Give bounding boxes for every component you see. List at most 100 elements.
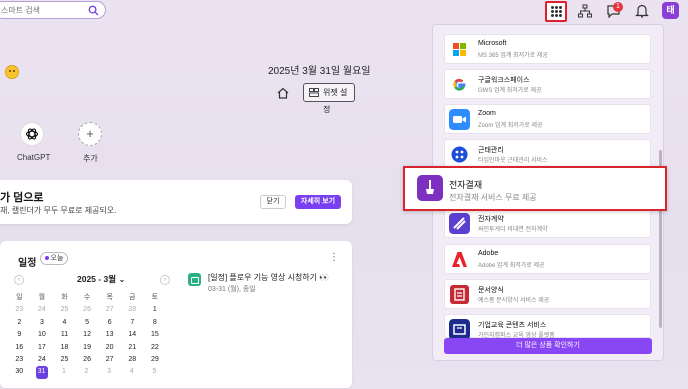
top-bar: 1 태: [0, 0, 688, 22]
calendar-day[interactable]: 29: [144, 354, 167, 366]
calendar-day[interactable]: 26: [76, 354, 99, 366]
adobe-logo-icon: [452, 252, 467, 267]
calendar-day[interactable]: 3: [98, 366, 121, 378]
today-button[interactable]: 오늘: [40, 252, 68, 265]
calendar-day[interactable]: 8: [144, 317, 167, 329]
calendar-day[interactable]: 23: [8, 354, 31, 366]
calendar-day[interactable]: 14: [121, 329, 144, 341]
calendar-day[interactable]: 15: [144, 329, 167, 341]
event-time: 03-31 (월), 종일: [208, 286, 256, 293]
calendar-day[interactable]: 27: [98, 354, 121, 366]
widget-settings-label: 위젯 설정: [323, 88, 348, 114]
search-icon[interactable]: [88, 5, 99, 16]
calendar-day[interactable]: 7: [121, 317, 144, 329]
smile-emoji-icon: [5, 65, 19, 79]
search-box[interactable]: [0, 1, 106, 19]
calendar-day[interactable]: 13: [98, 329, 121, 341]
service-item-google-workspace[interactable]: 구글워크스페이스 GWS 업계 최저가로 제공: [444, 69, 651, 99]
home-icon[interactable]: [277, 87, 289, 99]
calendar-week-row: 30 31 1 2 3 4 5: [8, 366, 168, 379]
apps-grid-button[interactable]: [545, 1, 567, 22]
calendar-day[interactable]: 27: [98, 304, 121, 316]
service-desc: 싸인투게더 비대면 전자계약: [478, 227, 548, 233]
calendar-day[interactable]: 1: [144, 304, 167, 316]
calendar-day[interactable]: 4: [53, 317, 76, 329]
calendar-day[interactable]: 2: [75, 366, 98, 378]
prev-month-button[interactable]: ‹: [14, 275, 24, 285]
month-selector[interactable]: 2025 - 3월 ⌄: [77, 273, 126, 285]
service-name: 근태관리: [478, 147, 504, 154]
calendar-day[interactable]: 31: [35, 366, 48, 379]
weekday-label: 수: [83, 294, 91, 301]
calendar-grid: 일 월 화 수 목 금 토 23 24 25 26 27 28 1 2 3 4 5 6 7 8 9 10 11 1…: [8, 292, 168, 379]
calendar-day[interactable]: 26: [76, 304, 99, 316]
date-heading: 2025년 3월 31일 월요일: [268, 66, 371, 77]
calendar-day[interactable]: 5: [143, 366, 166, 378]
event-title[interactable]: [일정] 플로우 기능 영상 시청하기 👀: [208, 272, 329, 283]
calendar-day[interactable]: 18: [53, 342, 76, 354]
more-options-icon[interactable]: ⋮: [329, 252, 339, 263]
calendar-day[interactable]: 4: [120, 366, 143, 378]
service-name: 기업교육 콘텐츠 서비스: [478, 322, 547, 329]
calendar-day[interactable]: 25: [53, 354, 76, 366]
service-item-adobe[interactable]: Adobe Adobe 업계 최저가로 제공: [444, 244, 651, 274]
calendar-day[interactable]: 28: [121, 304, 144, 316]
calendar-day[interactable]: 17: [31, 342, 54, 354]
avatar[interactable]: 태: [662, 2, 679, 19]
service-item-zoom[interactable]: Zoom Zoom 업계 최저가로 제공: [444, 104, 651, 134]
calendar-day[interactable]: 12: [76, 329, 99, 341]
message-count-badge: 1: [613, 2, 623, 12]
calendar-day[interactable]: 24: [31, 304, 54, 316]
calendar-event-icon: [188, 273, 201, 286]
calendar-day[interactable]: 10: [31, 329, 54, 341]
calendar-day[interactable]: 25: [53, 304, 76, 316]
search-input[interactable]: [1, 4, 81, 17]
service-name: Microsoft: [478, 40, 507, 47]
service-desc: MS 365 업계 최저가로 제공: [478, 53, 548, 59]
service-item-e-contract[interactable]: 전자계약 싸인투게더 비대면 전자계약: [444, 208, 651, 238]
calendar-day[interactable]: 22: [144, 342, 167, 354]
bell-icon[interactable]: [635, 3, 649, 18]
promo-detail-button[interactable]: 자세히 보기: [295, 195, 341, 209]
weekday-label: 일: [16, 294, 23, 301]
service-item-e-approval[interactable]: 전자결재 전자결재 서비스 무료 제공: [403, 166, 667, 211]
service-item-attendance[interactable]: 근태관리 타임인마웃 근태관리 서비스: [444, 139, 651, 169]
calendar-day[interactable]: 5: [76, 317, 99, 329]
calendar-day[interactable]: 11: [53, 329, 76, 341]
chatgpt-app-button[interactable]: [20, 122, 44, 146]
calendar-day[interactable]: 30: [8, 366, 31, 378]
add-app-button[interactable]: +: [78, 122, 102, 146]
calendar-day[interactable]: 24: [31, 354, 54, 366]
service-name: 전자결재: [449, 180, 483, 190]
promo-close-button[interactable]: 닫기: [260, 195, 286, 209]
service-item-document-forms[interactable]: 문서양식 예스폼 문서양식 서비스 제공: [444, 279, 651, 309]
chatgpt-app-label: ChatGPT: [17, 153, 51, 162]
chevron-down-icon: ⌄: [118, 274, 126, 284]
apps-grid-icon: [551, 6, 562, 17]
plus-icon: +: [86, 126, 94, 141]
calendar-day[interactable]: 9: [8, 329, 31, 341]
service-desc: 전자결재 서비스 무료 제공: [449, 193, 537, 202]
calendar-day[interactable]: 23: [8, 304, 31, 316]
calendar-day[interactable]: 21: [121, 342, 144, 354]
service-name: 문서양식: [478, 287, 504, 294]
calendar-week-row: 2345678: [8, 317, 168, 329]
service-name: 구글워크스페이스: [478, 77, 530, 84]
org-chart-icon[interactable]: [578, 4, 592, 18]
calendar-day[interactable]: 6: [98, 317, 121, 329]
weekday-label: 월: [38, 294, 46, 301]
calendar-day[interactable]: 2: [8, 317, 31, 329]
service-item-microsoft[interactable]: Microsoft MS 365 업계 최저가로 제공: [444, 34, 651, 64]
promo-banner: 가 덤으로 재, 캘린더가 무두 무료로 제공되오. 닫기 자세히 보기: [0, 180, 352, 224]
calendar-day[interactable]: 19: [76, 342, 99, 354]
view-more-products-button[interactable]: 더 많은 상품 확인하기: [444, 338, 652, 354]
calendar-day[interactable]: 20: [98, 342, 121, 354]
calendar-day[interactable]: 16: [8, 342, 31, 354]
service-item-education[interactable]: 기업교육 콘텐츠 서비스 가인지캠퍼스 교육 영상 플랫폼: [444, 314, 651, 340]
service-name: Zoom: [478, 110, 496, 117]
widget-settings-button[interactable]: 위젯 설정: [303, 83, 355, 114]
calendar-day[interactable]: 1: [53, 366, 76, 378]
calendar-day[interactable]: 3: [31, 317, 54, 329]
calendar-day[interactable]: 28: [121, 354, 144, 366]
next-month-button[interactable]: ›: [160, 275, 170, 285]
